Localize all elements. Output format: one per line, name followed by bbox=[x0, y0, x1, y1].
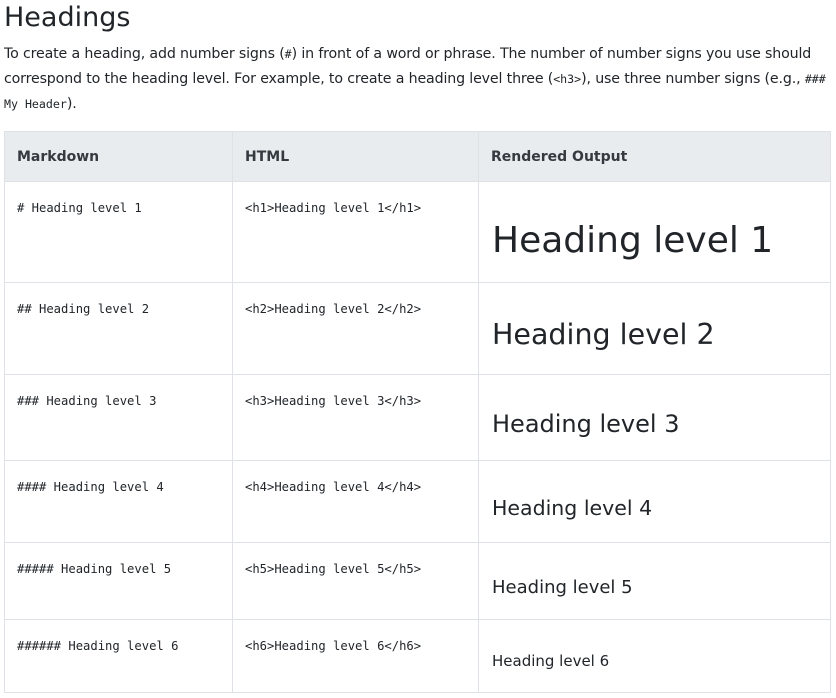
rendered-heading-6: Heading level 6 bbox=[492, 652, 610, 670]
rendered-cell: Heading level 2 bbox=[478, 282, 831, 375]
markdown-cell: ### Heading level 3 bbox=[4, 374, 233, 461]
table-row: ## Heading level 2 <h2>Heading level 2</… bbox=[4, 282, 831, 375]
intro-text-1: To create a heading, add number signs ( bbox=[4, 46, 285, 62]
table-row: ##### Heading level 5 <h5>Heading level … bbox=[4, 542, 831, 620]
html-cell: <h6>Heading level 6</h6> bbox=[232, 619, 479, 693]
rendered-heading-3: Heading level 3 bbox=[492, 410, 680, 438]
rendered-heading-5: Heading level 5 bbox=[492, 577, 633, 598]
html-cell: <h1>Heading level 1</h1> bbox=[232, 181, 479, 283]
rendered-cell: Heading level 4 bbox=[478, 460, 831, 543]
rendered-heading-4: Heading level 4 bbox=[492, 496, 653, 520]
table-row: # Heading level 1 <h1>Heading level 1</h… bbox=[4, 181, 831, 283]
markdown-cell: ###### Heading level 6 bbox=[4, 619, 233, 693]
rendered-cell: Heading level 6 bbox=[478, 619, 831, 693]
intro-text-3: ), use three number signs (e.g., bbox=[581, 71, 805, 87]
intro-code-hash: # bbox=[284, 47, 292, 61]
table-header-row: Markdown HTML Rendered Output bbox=[4, 131, 831, 182]
column-header-rendered-output: Rendered Output bbox=[478, 131, 831, 182]
markdown-cell: #### Heading level 4 bbox=[4, 460, 233, 543]
html-cell: <h5>Heading level 5</h5> bbox=[232, 542, 479, 620]
rendered-cell: Heading level 1 bbox=[478, 181, 831, 283]
table-row: ###### Heading level 6 <h6>Heading level… bbox=[4, 619, 831, 693]
rendered-heading-1: Heading level 1 bbox=[492, 220, 774, 261]
html-cell: <h3>Heading level 3</h3> bbox=[232, 374, 479, 461]
table-row: #### Heading level 4 <h4>Heading level 4… bbox=[4, 460, 831, 543]
headings-syntax-table: Markdown HTML Rendered Output # Heading … bbox=[4, 131, 831, 693]
intro-paragraph: To create a heading, add number signs (#… bbox=[4, 42, 834, 117]
markdown-cell: # Heading level 1 bbox=[4, 181, 233, 283]
table-row: ### Heading level 3 <h3>Heading level 3<… bbox=[4, 374, 831, 461]
column-header-html: HTML bbox=[232, 131, 479, 182]
rendered-cell: Heading level 5 bbox=[478, 542, 831, 620]
rendered-heading-2: Heading level 2 bbox=[492, 318, 715, 351]
column-header-markdown: Markdown bbox=[4, 131, 233, 182]
html-cell: <h4>Heading level 4</h4> bbox=[232, 460, 479, 543]
markdown-cell: ## Heading level 2 bbox=[4, 282, 233, 375]
intro-code-h3: <h3> bbox=[553, 72, 582, 86]
markdown-cell: ##### Heading level 5 bbox=[4, 542, 233, 620]
intro-text-4: ). bbox=[66, 96, 77, 112]
html-cell: <h2>Heading level 2</h2> bbox=[232, 282, 479, 375]
page-title: Headings bbox=[4, 2, 131, 33]
rendered-cell: Heading level 3 bbox=[478, 374, 831, 461]
